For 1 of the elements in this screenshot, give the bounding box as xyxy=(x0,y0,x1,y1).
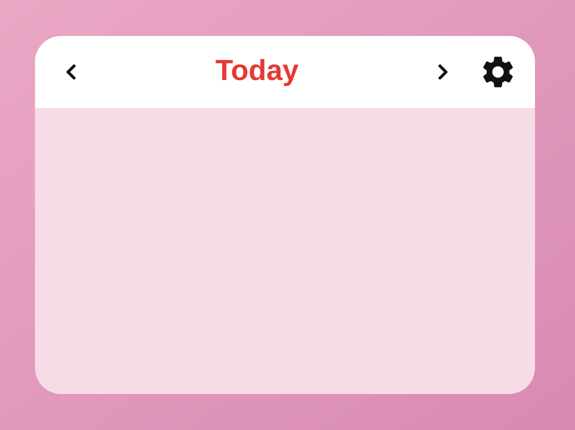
header-title: Today xyxy=(215,54,299,90)
